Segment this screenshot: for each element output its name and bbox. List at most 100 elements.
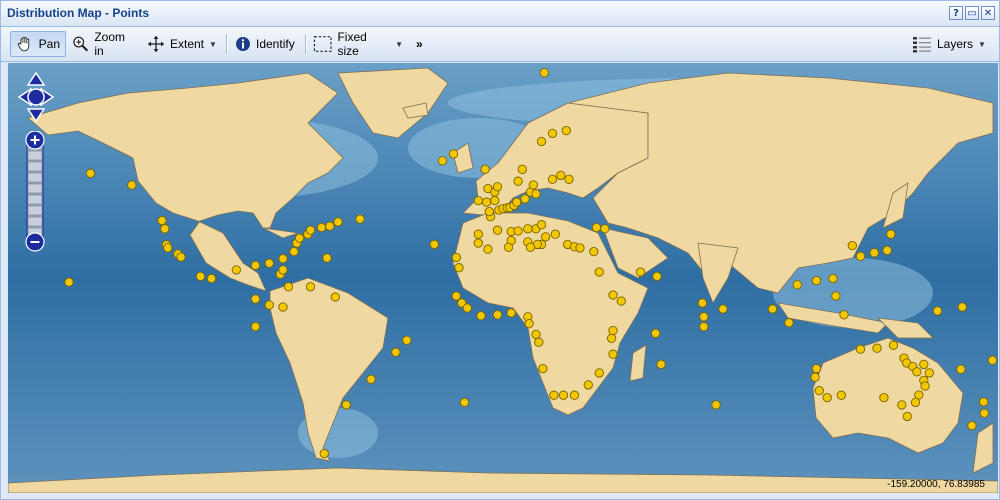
distribution-point[interactable] bbox=[85, 168, 96, 179]
distribution-point[interactable] bbox=[711, 400, 721, 410]
distribution-point[interactable] bbox=[814, 385, 824, 396]
distribution-point[interactable] bbox=[528, 180, 538, 190]
distribution-point[interactable] bbox=[481, 197, 492, 207]
distribution-point[interactable] bbox=[561, 125, 571, 136]
distribution-point[interactable] bbox=[250, 260, 261, 271]
distribution-point[interactable] bbox=[333, 217, 343, 227]
distribution-point[interactable] bbox=[366, 374, 376, 384]
distribution-point[interactable] bbox=[503, 242, 514, 252]
zoom-slider[interactable] bbox=[25, 130, 45, 253]
distribution-point[interactable] bbox=[539, 68, 549, 78]
distribution-point[interactable] bbox=[341, 400, 351, 410]
zoom-level-step[interactable] bbox=[27, 150, 43, 161]
distribution-point[interactable] bbox=[250, 294, 261, 304]
distribution-point[interactable] bbox=[810, 372, 820, 382]
distribution-point[interactable] bbox=[847, 240, 857, 251]
distribution-point[interactable] bbox=[879, 392, 889, 403]
distribution-point[interactable] bbox=[836, 390, 846, 400]
distribution-point[interactable] bbox=[506, 308, 516, 318]
distribution-point[interactable] bbox=[462, 303, 472, 313]
distribution-point[interactable] bbox=[283, 282, 294, 292]
distribution-point[interactable] bbox=[591, 222, 602, 233]
distribution-point[interactable] bbox=[524, 318, 534, 329]
distribution-point[interactable] bbox=[355, 214, 365, 224]
pan-control[interactable] bbox=[17, 71, 55, 123]
distribution-point[interactable] bbox=[517, 164, 527, 174]
distribution-point[interactable] bbox=[157, 215, 167, 226]
distribution-point[interactable] bbox=[160, 224, 170, 234]
distribution-point[interactable] bbox=[473, 195, 483, 206]
distribution-point[interactable] bbox=[897, 400, 907, 410]
distribution-point[interactable] bbox=[451, 291, 461, 301]
distribution-point[interactable] bbox=[513, 176, 523, 186]
distribution-point[interactable] bbox=[822, 392, 832, 403]
distribution-point[interactable] bbox=[600, 224, 610, 234]
distribution-point[interactable] bbox=[195, 271, 206, 282]
pan-down-icon[interactable] bbox=[26, 108, 46, 123]
distribution-point[interactable] bbox=[402, 335, 412, 345]
distribution-point[interactable] bbox=[575, 243, 585, 253]
distribution-point[interactable] bbox=[650, 328, 661, 339]
fixed-size-button[interactable]: Fixed size ▼ bbox=[308, 30, 408, 58]
distribution-point[interactable] bbox=[536, 220, 547, 230]
distribution-point[interactable] bbox=[473, 238, 483, 248]
distribution-point[interactable] bbox=[811, 275, 822, 286]
distribution-point[interactable] bbox=[264, 300, 274, 310]
distribution-point[interactable] bbox=[322, 253, 332, 263]
distribution-point[interactable] bbox=[652, 271, 662, 282]
distribution-point[interactable] bbox=[699, 312, 709, 322]
layers-button[interactable]: Layers ▼ bbox=[907, 31, 991, 57]
zoom-level-step[interactable] bbox=[27, 194, 43, 205]
distribution-point[interactable] bbox=[549, 390, 559, 400]
distribution-point[interactable] bbox=[635, 267, 646, 277]
distribution-point[interactable] bbox=[589, 246, 599, 257]
distribution-point[interactable] bbox=[564, 174, 574, 184]
more-tools-button[interactable]: » bbox=[411, 31, 433, 57]
distribution-point[interactable] bbox=[979, 397, 989, 407]
distribution-point[interactable] bbox=[492, 310, 503, 320]
identify-button[interactable]: Identify bbox=[230, 31, 302, 57]
distribution-point[interactable] bbox=[206, 273, 217, 284]
distribution-point[interactable] bbox=[64, 277, 74, 287]
pan-button[interactable]: Pan bbox=[10, 31, 66, 57]
help-icon[interactable]: ? bbox=[949, 6, 963, 20]
distribution-point[interactable] bbox=[480, 164, 490, 174]
distribution-point[interactable] bbox=[330, 292, 340, 302]
distribution-point[interactable] bbox=[536, 136, 547, 147]
distribution-point[interactable] bbox=[872, 343, 882, 353]
pan-up-icon[interactable] bbox=[26, 71, 46, 86]
distribution-point[interactable] bbox=[882, 245, 892, 256]
distribution-point[interactable] bbox=[391, 347, 401, 357]
distribution-point[interactable] bbox=[957, 302, 967, 312]
distribution-point[interactable] bbox=[792, 280, 802, 290]
distribution-point[interactable] bbox=[767, 304, 778, 314]
fixed-size-dropdown-icon[interactable]: ▼ bbox=[395, 40, 403, 49]
distribution-point[interactable] bbox=[558, 390, 569, 400]
distribution-point[interactable] bbox=[839, 310, 849, 320]
distribution-point[interactable] bbox=[697, 298, 708, 308]
extent-button[interactable]: Extent ▼ bbox=[142, 31, 222, 57]
distribution-point[interactable] bbox=[932, 306, 943, 316]
distribution-point[interactable] bbox=[264, 258, 274, 268]
distribution-point[interactable] bbox=[608, 290, 618, 300]
distribution-point[interactable] bbox=[294, 233, 305, 243]
distribution-point[interactable] bbox=[886, 229, 896, 239]
distribution-point[interactable] bbox=[163, 243, 173, 253]
distribution-point[interactable] bbox=[540, 232, 551, 242]
distribution-point[interactable] bbox=[569, 390, 580, 400]
distribution-point[interactable] bbox=[967, 420, 977, 431]
distribution-point[interactable] bbox=[583, 380, 593, 390]
distribution-point[interactable] bbox=[547, 128, 558, 139]
distribution-point[interactable] bbox=[531, 189, 541, 199]
distribution-point[interactable] bbox=[924, 368, 934, 378]
zoom-level-step[interactable] bbox=[27, 205, 43, 216]
distribution-point[interactable] bbox=[534, 337, 544, 347]
distribution-point[interactable] bbox=[556, 170, 566, 181]
distribution-point[interactable] bbox=[492, 225, 503, 235]
distribution-point[interactable] bbox=[289, 246, 299, 257]
distribution-point[interactable] bbox=[550, 229, 560, 239]
extent-dropdown-icon[interactable]: ▼ bbox=[209, 40, 217, 49]
distribution-point[interactable] bbox=[492, 182, 503, 192]
distribution-point[interactable] bbox=[176, 252, 186, 262]
distribution-point[interactable] bbox=[278, 254, 288, 264]
